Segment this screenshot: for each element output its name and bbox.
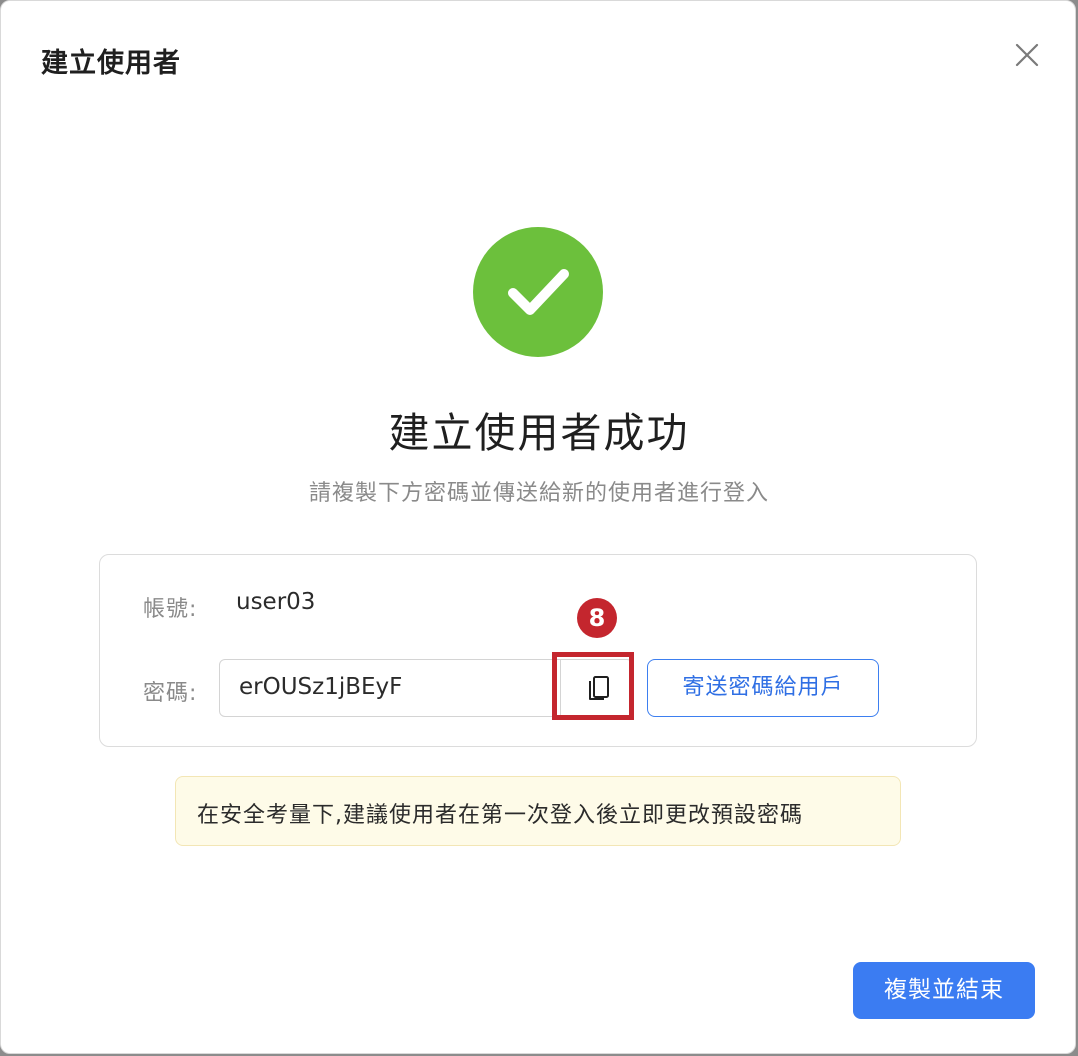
success-title: 建立使用者成功 (388, 409, 690, 457)
annotation-highlight-box (552, 652, 634, 720)
password-value[interactable]: erOUSz1jBEyF (239, 674, 402, 700)
send-password-button[interactable]: 寄送密碼給用戶 (647, 659, 879, 717)
copy-and-finish-button[interactable]: 複製並結束 (853, 962, 1035, 1019)
create-user-modal: 建立使用者 建立使用者成功 請複製下方密碼並傳送給新的使用者進行登入 帳號: u… (0, 0, 1076, 1054)
success-subtitle: 請複製下方密碼並傳送給新的使用者進行登入 (308, 481, 769, 506)
password-label: 密碼: (143, 681, 198, 706)
security-warning-text: 在安全考量下,建議使用者在第一次登入後立即更改預設密碼 (197, 803, 803, 828)
step-number-badge: 8 (577, 598, 617, 638)
check-circle-icon (473, 227, 603, 357)
close-icon[interactable] (1011, 39, 1043, 71)
modal-title: 建立使用者 (41, 48, 181, 79)
account-label: 帳號: (143, 597, 198, 622)
account-value: user03 (236, 589, 316, 615)
credentials-card (99, 554, 977, 747)
